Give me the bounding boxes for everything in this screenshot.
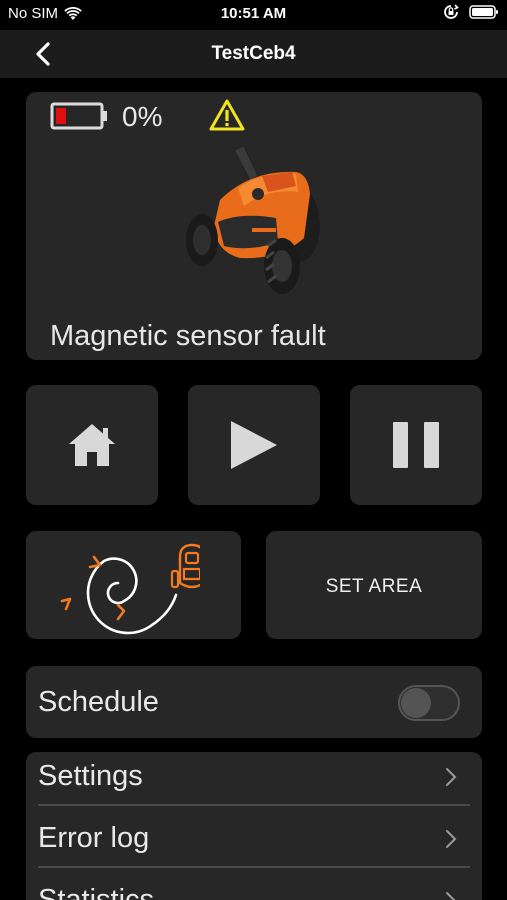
menu-item-error-log[interactable]: Error log: [26, 814, 482, 874]
menu-item-label: Error log: [38, 822, 150, 854]
chevron-right-icon: [446, 892, 456, 900]
menu-item-settings[interactable]: Settings: [26, 752, 482, 812]
home-icon: [69, 424, 115, 466]
schedule-row: Schedule: [26, 666, 482, 738]
spiral-mow-button[interactable]: [26, 531, 241, 639]
menu-divider: [38, 866, 470, 868]
pause-icon: [393, 422, 439, 468]
status-time: 10:51 AM: [220, 5, 287, 22]
schedule-toggle[interactable]: [398, 685, 460, 721]
status-message: Magnetic sensor fault: [50, 320, 326, 352]
battery-status-icon: [469, 5, 498, 19]
device-status-card: 0% Magnetic sensor fault: [26, 92, 482, 360]
battery-percentage: 0%: [122, 101, 163, 132]
page-title: TestCeb4: [211, 43, 296, 64]
pause-button[interactable]: [350, 385, 482, 505]
warning-icon: [209, 99, 245, 131]
menu-list: Settings Error log Statistics: [26, 752, 482, 900]
menu-divider: [38, 804, 470, 806]
chevron-right-icon: [446, 830, 457, 848]
status-right: [443, 4, 499, 20]
battery-level-icon: [50, 102, 107, 130]
play-icon: [231, 421, 277, 469]
spiral-mowing-icon: [60, 543, 200, 635]
toggle-knob: [401, 688, 431, 718]
start-button[interactable]: [188, 385, 320, 505]
home-button[interactable]: [26, 385, 158, 505]
orientation-lock-icon: [444, 4, 459, 19]
set-area-label: SET AREA: [325, 576, 423, 597]
set-area-button[interactable]: SET AREA: [266, 531, 482, 639]
robot-mower-image: [186, 145, 320, 294]
menu-item-label: Settings: [38, 760, 143, 792]
schedule-label: Schedule: [38, 686, 159, 718]
chevron-right-icon: [446, 768, 457, 786]
nav-bar: TestCeb4: [0, 30, 507, 78]
status-bar: No SIM 10:51 AM: [0, 0, 507, 30]
menu-item-label: Statistics: [38, 884, 155, 900]
menu-item-statistics[interactable]: Statistics: [26, 876, 482, 900]
